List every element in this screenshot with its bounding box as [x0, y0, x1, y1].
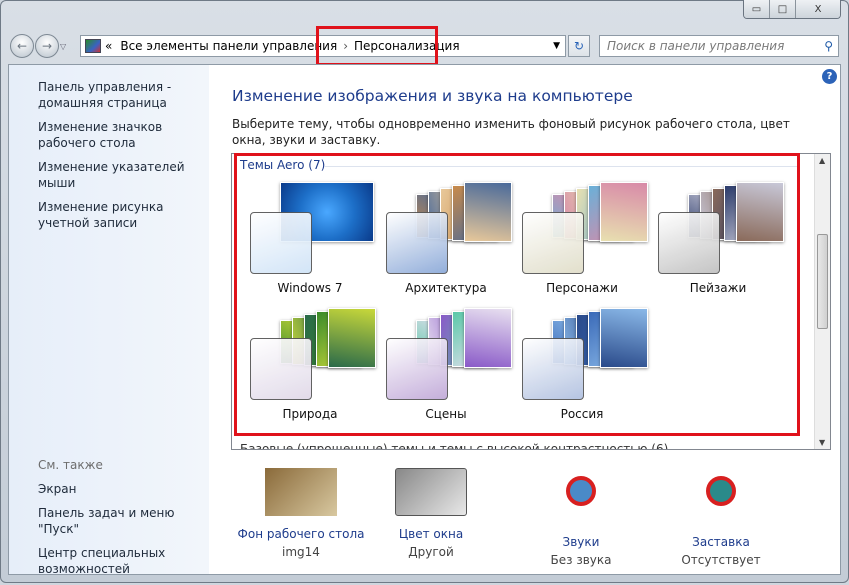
minimize-button[interactable]: ▭: [744, 0, 770, 18]
screensaver-icon: [685, 476, 757, 524]
sidebar-mouse-pointers-link[interactable]: Изменение указателей мыши: [38, 159, 209, 191]
forward-button[interactable]: →: [35, 34, 59, 58]
desktop-background-value: img14: [282, 545, 320, 559]
refresh-button[interactable]: ↻: [568, 35, 590, 57]
window-color-item[interactable]: Цвет окна Другой: [361, 468, 501, 560]
search-placeholder: Поиск в панели управления: [607, 39, 785, 53]
screensaver-item[interactable]: Заставка Отсутствует: [651, 468, 791, 568]
see-also-display-link[interactable]: Экран: [38, 481, 209, 497]
close-button[interactable]: X: [796, 0, 840, 18]
breadcrumb-all-items[interactable]: Все элементы панели управления: [120, 39, 337, 53]
desktop-background-link[interactable]: Фон рабочего стола: [231, 526, 371, 542]
desktop-background-item[interactable]: Фон рабочего стола img14: [231, 468, 371, 560]
search-icon[interactable]: ⚲: [824, 39, 833, 53]
screensaver-link[interactable]: Заставка: [651, 534, 791, 550]
back-button[interactable]: ←: [10, 34, 34, 58]
recent-pages-icon[interactable]: ▽: [60, 42, 66, 51]
maximize-button[interactable]: □: [770, 0, 796, 18]
sidebar-account-picture-link[interactable]: Изменение рисунка учетной записи: [38, 199, 209, 231]
scroll-down-icon[interactable]: ▼: [819, 438, 825, 447]
see-also: См. также Экран Панель задач и меню "Пус…: [38, 457, 209, 585]
window-color-value: Другой: [408, 545, 454, 559]
highlight-box: [234, 153, 800, 436]
control-panel-icon: [85, 39, 101, 53]
see-also-ease-of-access-link[interactable]: Центр специальных возможностей: [38, 545, 209, 577]
window-color-link[interactable]: Цвет окна: [361, 526, 501, 542]
search-input[interactable]: Поиск в панели управления ⚲: [599, 35, 839, 57]
sidebar-home-link[interactable]: Панель управления - домашняя страница: [38, 79, 209, 111]
page-description: Выберите тему, чтобы одновременно измени…: [232, 117, 790, 147]
scroll-thumb[interactable]: [817, 234, 828, 329]
see-also-header: См. также: [38, 458, 103, 472]
settings-row: Фон рабочего стола img14 Цвет окна Другой Зв…: [231, 468, 831, 568]
highlight-box: [316, 26, 438, 66]
window-controls: ▭ □ X: [743, 0, 841, 19]
page-title: Изменение изображения и звука на компьют…: [232, 87, 633, 105]
window-color-icon: [395, 468, 467, 516]
sounds-link[interactable]: Звуки: [511, 534, 651, 550]
help-icon[interactable]: ?: [822, 69, 837, 84]
sounds-item[interactable]: Звуки Без звука: [511, 468, 651, 568]
content-area: Панель управления - домашняя страница Из…: [8, 64, 841, 576]
see-also-taskbar-link[interactable]: Панель задач и меню "Пуск": [38, 505, 209, 537]
scroll-up-icon[interactable]: ▲: [819, 156, 825, 165]
sidebar-desktop-icons-link[interactable]: Изменение значков рабочего стола: [38, 119, 209, 151]
address-dropdown-icon[interactable]: ▼: [553, 41, 560, 51]
scrollbar[interactable]: ▲ ▼: [814, 154, 830, 449]
sounds-icon: [545, 476, 617, 524]
overflow-icon[interactable]: «: [105, 39, 112, 53]
screensaver-value: Отсутствует: [681, 553, 761, 567]
main-panel: ? Изменение изображения и звука на компь…: [231, 65, 840, 574]
desktop-background-icon: [265, 468, 337, 516]
basic-themes-header: Базовые (упрощенные) темы и темы с высок…: [240, 442, 669, 450]
navigation-buttons: ← → ▽: [10, 34, 66, 58]
sounds-value: Без звука: [550, 553, 612, 567]
sidebar: Панель управления - домашняя страница Из…: [9, 65, 209, 576]
